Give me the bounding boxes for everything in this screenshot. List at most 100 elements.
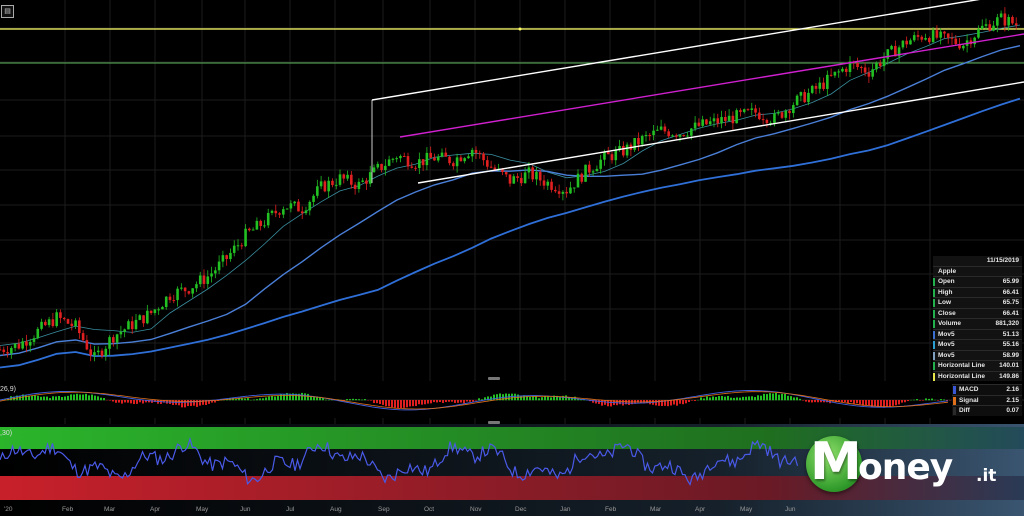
candle-body: [142, 315, 145, 324]
x-tick-label: Nov: [470, 506, 482, 513]
candle-body: [996, 17, 999, 26]
candle-body: [667, 131, 670, 137]
candle-body: [542, 180, 546, 186]
candle-body: [474, 149, 478, 153]
candle-body: [878, 63, 882, 67]
macd-histogram-bar: [859, 400, 861, 405]
candle-body: [686, 135, 689, 137]
candle-body: [591, 171, 595, 173]
candle-body: [0, 349, 2, 351]
macd-legend-row: MACD 2.16: [952, 384, 1022, 395]
macd-histogram-bar: [454, 400, 456, 403]
macd-histogram-bar: [88, 395, 90, 401]
candle-body: [338, 174, 342, 185]
macd-histogram-bar: [784, 393, 786, 401]
candle-body: [735, 110, 738, 124]
candle-body: [115, 334, 119, 343]
macd-histogram-bar: [52, 396, 54, 401]
pane-splitter-top[interactable]: [488, 377, 500, 380]
macd-histogram-bar: [70, 394, 72, 401]
candle-body: [161, 306, 164, 310]
macd-histogram-bar: [514, 393, 516, 401]
macd-histogram-bar: [703, 398, 705, 401]
candle-body: [357, 181, 361, 189]
candle-body: [504, 172, 508, 175]
macd-histogram-bar: [874, 400, 876, 407]
candle-body: [584, 164, 587, 182]
candle-body: [459, 157, 463, 162]
macd-histogram-bar: [880, 400, 882, 408]
candle-body: [773, 113, 776, 123]
macd-histogram-bar: [856, 400, 858, 404]
candle-body: [406, 156, 410, 167]
macd-histogram-bar: [313, 396, 315, 401]
candle-body: [946, 33, 950, 38]
candle-body: [331, 180, 334, 186]
candle-body: [176, 288, 179, 301]
macd-legend-row: Signal 2.15: [952, 394, 1022, 406]
candle-body: [429, 152, 432, 158]
pane-splitter-bottom[interactable]: [488, 421, 500, 424]
candle-body: [251, 229, 255, 231]
candle-body: [214, 270, 217, 274]
macd-histogram-bar: [475, 400, 477, 401]
candle-body: [701, 119, 704, 126]
candle-body: [217, 261, 221, 271]
candle-body: [550, 181, 553, 190]
candle-body: [977, 28, 980, 38]
macd-histogram-bar: [46, 396, 48, 401]
candle-body: [814, 85, 818, 89]
candle-body: [2, 349, 6, 353]
candle-body: [720, 116, 723, 124]
macd-histogram-bar: [790, 396, 792, 401]
candle-body: [112, 337, 115, 343]
macd-histogram-bar: [430, 400, 432, 404]
macd-histogram-bar: [328, 399, 330, 401]
candle-body: [708, 121, 712, 125]
candle-body: [172, 300, 176, 302]
macd-histogram-bar: [694, 400, 696, 401]
macd-histogram-bar: [688, 400, 690, 402]
candle-body: [361, 180, 364, 182]
macd-histogram-bar: [808, 400, 810, 403]
macd-histogram-bar: [82, 394, 84, 401]
candle-body: [561, 191, 565, 194]
candle-body: [36, 328, 40, 339]
candle-body: [833, 71, 837, 76]
x-tick-label: Mar: [650, 506, 662, 513]
oscillator-params-label: ,30): [0, 430, 13, 437]
macd-histogram-bar: [757, 395, 759, 401]
macd-histogram-bar: [124, 400, 126, 403]
macd-histogram-bar: [259, 398, 261, 401]
macd-histogram-bar: [904, 400, 906, 403]
toolbar-icon[interactable]: ▤: [1, 5, 14, 18]
macd-histogram-bar: [37, 395, 39, 401]
candle-body: [807, 92, 810, 103]
x-tick-label: Aug: [330, 506, 342, 513]
macd-histogram-bar: [190, 400, 192, 406]
macd-histogram-bar: [598, 400, 600, 404]
candle-body: [395, 158, 398, 160]
macd-histogram-bar: [133, 400, 135, 405]
macd-histogram-bar: [400, 400, 402, 408]
macd-histogram-bar: [628, 400, 630, 405]
macd-histogram-bar: [700, 397, 702, 401]
channel-lower-line: [417, 81, 1024, 184]
macd-histogram-bar: [865, 400, 867, 405]
candle-body: [414, 167, 417, 169]
candle-body: [939, 31, 942, 38]
macd-histogram-bar: [895, 400, 897, 406]
macd-legend-value: 0.07: [1006, 407, 1019, 414]
candle-body: [342, 174, 346, 179]
x-tick-label: Feb: [605, 506, 617, 513]
tooltip-row-label: Mov5: [938, 351, 955, 359]
macd-legend-label: Diff: [959, 407, 970, 414]
macd-histogram-bar: [670, 400, 672, 406]
tooltip-row-value: 140.01: [999, 362, 1019, 369]
tooltip-row-value: 881,320: [995, 320, 1020, 327]
candle-body: [1003, 13, 1007, 26]
chart-root: ▤ 26,9) ,30) 11/15/2019 Apple Open 65.99 H…: [0, 0, 1024, 516]
macd-histogram-bar: [940, 399, 942, 401]
candle-body: [146, 310, 149, 324]
macd-histogram-bar: [442, 400, 444, 403]
